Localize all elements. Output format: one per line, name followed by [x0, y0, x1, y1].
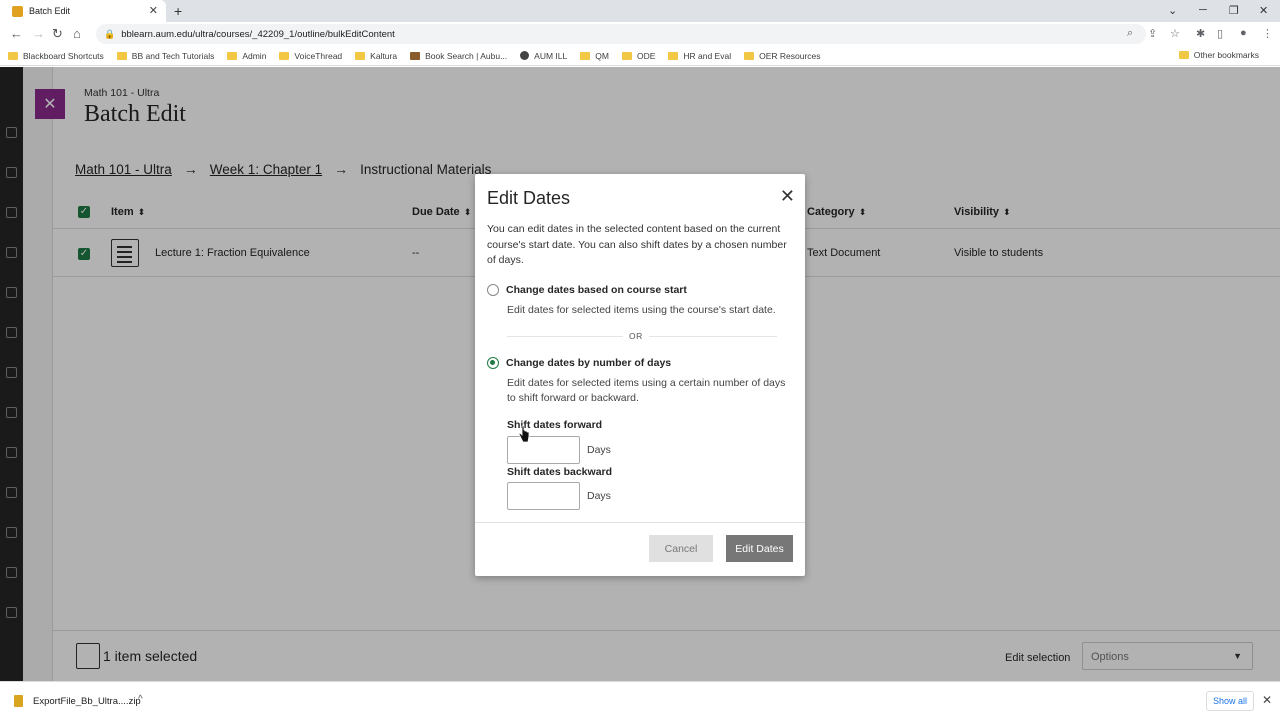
option-number-of-days-label[interactable]: Change dates by number of days [506, 357, 671, 369]
bookmark-item[interactable]: ODE [621, 51, 655, 61]
dialog-intro: You can edit dates in the selected conte… [487, 223, 787, 266]
dialog-separator [475, 522, 805, 523]
other-bookmarks[interactable]: Other bookmarks [1178, 50, 1259, 60]
download-bar: ExportFile_Bb_Ultra....zip ^ Show all ✕ [0, 681, 1280, 720]
share-icon[interactable]: ⇪ [1148, 27, 1157, 40]
shift-forward-unit: Days [587, 444, 611, 456]
dialog-close-icon[interactable]: ✕ [780, 186, 795, 207]
tab-title: Batch Edit [29, 6, 71, 16]
folder-icon [668, 51, 679, 60]
page: ✕ Math 101 - Ultra Batch Edit Math 101 -… [0, 67, 1280, 681]
folder-icon [227, 51, 238, 60]
bookmark-item[interactable]: Book Search | Aubu... [410, 51, 507, 61]
or-text: OR [623, 331, 649, 341]
shift-backward-input[interactable] [507, 482, 580, 510]
folder-icon [116, 51, 127, 60]
cancel-button[interactable]: Cancel [649, 535, 713, 562]
folder-icon [744, 51, 755, 60]
tab-strip: Batch Edit ✕ + ⌄ ─ ❐ ✕ [0, 0, 1280, 22]
bookmark-item[interactable]: BB and Tech Tutorials [116, 51, 214, 61]
bookmark-item[interactable]: Kaltura [355, 51, 397, 61]
tab-batch-edit[interactable]: Batch Edit ✕ [0, 0, 166, 22]
folder-icon [279, 51, 290, 60]
bookmark-item[interactable]: Blackboard Shortcuts [8, 51, 104, 61]
download-bar-close-icon[interactable]: ✕ [1262, 693, 1272, 707]
extensions-icon[interactable]: ✱ [1196, 27, 1205, 40]
site-icon [410, 51, 421, 60]
shift-backward-label: Shift dates backward [507, 466, 613, 478]
sidepanel-icon[interactable]: ▯ [1217, 27, 1223, 40]
folder-icon [355, 51, 366, 60]
bookmark-item[interactable]: HR and Eval [668, 51, 731, 61]
edit-dates-dialog: Edit Dates ✕ You can edit dates in the s… [475, 174, 805, 576]
tab-search-icon[interactable]: ⌄ [1168, 4, 1177, 17]
radio-number-of-days[interactable] [487, 357, 499, 369]
download-filename[interactable]: ExportFile_Bb_Ultra....zip [33, 696, 141, 707]
home-icon[interactable]: ⌂ [73, 26, 81, 41]
radio-course-start[interactable] [487, 284, 499, 296]
forward-icon[interactable]: → [32, 26, 45, 41]
globe-icon [520, 51, 530, 60]
lock-icon: 🔒 [104, 28, 116, 39]
profile-icon[interactable]: ● [1240, 27, 1247, 39]
minimize-icon[interactable]: ─ [1199, 4, 1207, 16]
back-icon[interactable]: ← [10, 26, 23, 41]
folder-icon [621, 51, 632, 60]
bookmark-item[interactable]: QM [580, 51, 609, 61]
address-bar-row: ← → ↻ ⌂ 🔒 bblearn.aum.edu/ultra/courses/… [0, 22, 1280, 46]
dialog-title: Edit Dates [487, 188, 571, 208]
edit-dates-button[interactable]: Edit Dates [726, 535, 793, 562]
shift-backward-unit: Days [587, 490, 611, 502]
new-tab-icon[interactable]: + [174, 3, 182, 19]
folder-icon [1178, 51, 1189, 59]
option-course-start-label[interactable]: Change dates based on course start [506, 284, 687, 296]
option-course-start-desc: Edit dates for selected items using the … [507, 304, 776, 316]
bookmark-item[interactable]: Admin [227, 51, 266, 61]
zip-file-icon [14, 695, 23, 707]
chevron-up-icon[interactable]: ^ [138, 694, 143, 705]
folder-icon [580, 51, 591, 60]
tab-close-icon[interactable]: ✕ [149, 4, 158, 17]
menu-icon[interactable]: ⋮ [1262, 27, 1273, 40]
restore-icon[interactable]: ❐ [1229, 4, 1239, 17]
folder-icon [8, 51, 18, 60]
bookmark-item[interactable]: OER Resources [744, 51, 821, 61]
bookmarks-bar: Blackboard Shortcuts BB and Tech Tutoria… [0, 46, 1280, 66]
bookmark-item[interactable]: VoiceThread [279, 51, 342, 61]
star-icon[interactable]: ☆ [1170, 27, 1180, 40]
zoom-icon[interactable]: ⌕ [1127, 27, 1133, 40]
bookmark-item[interactable]: AUM ILL [520, 51, 567, 61]
favicon-icon [12, 5, 23, 17]
reload-icon[interactable]: ↻ [52, 26, 63, 42]
window-close-icon[interactable]: ✕ [1259, 4, 1268, 17]
option-number-of-days-desc: Edit dates for selected items using a ce… [507, 377, 786, 404]
hand-cursor-icon [518, 425, 530, 443]
url-field[interactable]: 🔒 bblearn.aum.edu/ultra/courses/_42209_1… [96, 24, 1146, 44]
url-text: bblearn.aum.edu/ultra/courses/_42209_1/o… [121, 28, 395, 40]
show-all-button[interactable]: Show all [1206, 691, 1254, 711]
